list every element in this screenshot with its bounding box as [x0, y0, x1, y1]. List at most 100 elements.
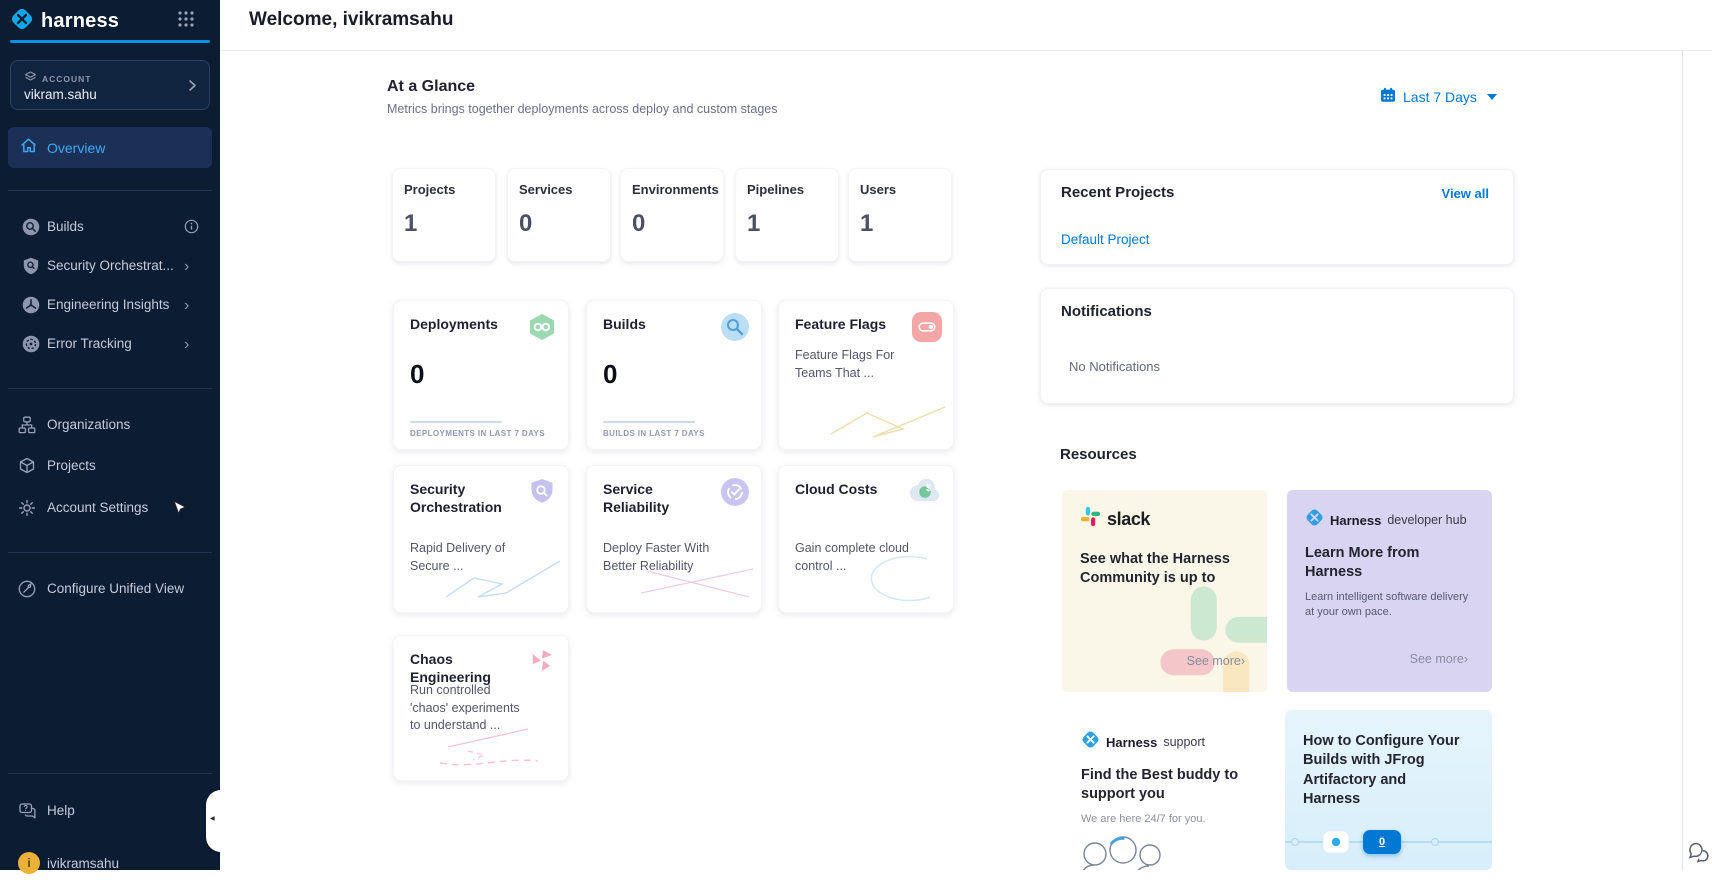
pipeline-node-badge: 0: [1363, 830, 1401, 854]
security-orchestration-card[interactable]: Security Orchestration Rapid Delivery of…: [393, 465, 569, 613]
account-name: vikram.sahu: [24, 87, 97, 102]
card-title: Service Reliability: [603, 481, 718, 517]
sidebar-item-organizations[interactable]: Organizations: [0, 406, 220, 444]
builds-module-icon: [720, 312, 750, 342]
resources-title: Resources: [1060, 446, 1137, 463]
cube-icon: [18, 457, 36, 475]
stat-card-users[interactable]: Users 1: [848, 168, 952, 262]
sidebar-item-label: Error Tracking: [47, 336, 132, 351]
harness-dashboard: harness ACCOUNT vikram.sahu Overview: [0, 0, 1712, 870]
chevron-right-icon: [186, 79, 198, 92]
sidebar-item-error-tracking[interactable]: Error Tracking: [0, 325, 220, 363]
default-project-link[interactable]: Default Project: [1061, 232, 1150, 247]
jfrog-resource-card[interactable]: How to Configure Your Builds with JFrog …: [1285, 710, 1492, 870]
support-brand-rest: support: [1163, 735, 1205, 749]
support-card-title: Find the Best buddy to support you: [1081, 766, 1259, 805]
sidebar-item-user[interactable]: i ivikramsahu: [0, 846, 220, 880]
mouse-cursor: [172, 500, 189, 520]
help-chat-icon: [18, 802, 36, 820]
chaos-engineering-icon: [527, 647, 557, 677]
chaos-engineering-card[interactable]: Chaos Engineering Run controlled 'chaos'…: [393, 635, 569, 781]
info-icon[interactable]: [184, 219, 198, 235]
chat-support-icon[interactable]: [1686, 840, 1712, 866]
shield-icon: [22, 257, 40, 275]
sidebar-item-security-orchestration[interactable]: Security Orchestrat...: [0, 247, 220, 285]
notifications-empty-text: No Notifications: [1069, 359, 1160, 374]
harness-logo-icon: [10, 7, 34, 36]
stat-card-services[interactable]: Services 0: [507, 168, 611, 262]
devhub-card-desc: Learn intelligent software delivery at y…: [1305, 590, 1470, 620]
account-label-row: ACCOUNT: [24, 70, 92, 88]
recent-projects-card: Recent Projects View all Default Project: [1040, 169, 1514, 265]
card-title: Builds: [603, 316, 718, 334]
sidebar-item-help[interactable]: Help: [0, 792, 220, 828]
devhub-card-title: Learn More from Harness: [1305, 544, 1455, 583]
card-caption: BUILDS IN LAST 7 DAYS: [603, 421, 705, 438]
stat-value: 0: [519, 210, 532, 238]
stat-label: Users: [860, 182, 896, 197]
page-header: Welcome, ivikramsahu: [220, 0, 1712, 51]
stat-label: Environments: [632, 182, 719, 197]
account-selector[interactable]: ACCOUNT vikram.sahu: [10, 60, 210, 110]
divider: [8, 552, 212, 553]
sidebar-collapse-handle[interactable]: [206, 790, 221, 852]
date-range-dropdown[interactable]: Last 7 Days: [1380, 87, 1497, 106]
recent-projects-title: Recent Projects: [1061, 184, 1174, 201]
cloud-costs-card[interactable]: Cloud Costs Gain complete cloud control …: [778, 465, 954, 613]
sidebar-item-label: Help: [47, 803, 75, 818]
sidebar-item-engineering-insights[interactable]: Engineering Insights: [0, 286, 220, 324]
view-all-link[interactable]: View all: [1442, 186, 1489, 201]
slack-resource-card[interactable]: slack See what the Harness Community is …: [1062, 490, 1267, 692]
chevron-right-icon: [184, 336, 198, 352]
main-content: At a Glance Metrics brings together depl…: [220, 51, 1712, 870]
chevron-right-icon: [184, 258, 198, 274]
sidebar-item-builds[interactable]: Builds: [0, 208, 220, 246]
sidebar-item-label: Projects: [47, 458, 96, 473]
stat-label: Services: [519, 182, 573, 197]
stat-card-projects[interactable]: Projects 1: [392, 168, 496, 262]
builds-card[interactable]: Builds 0 BUILDS IN LAST 7 DAYS: [586, 300, 762, 450]
devhub-brand-row: Harness developer hub: [1305, 508, 1467, 532]
caret-down-icon: [1487, 94, 1497, 100]
decorative-sparkline: [434, 721, 564, 776]
sidebar-item-overview[interactable]: Overview: [8, 127, 212, 168]
brand-wordmark: harness: [41, 10, 119, 33]
stat-value: 0: [632, 210, 645, 238]
slack-icon: [1080, 506, 1101, 532]
see-more-link[interactable]: See more›: [1187, 654, 1245, 668]
stat-value: 1: [747, 210, 760, 238]
section-subtitle: Metrics brings together deployments acro…: [387, 102, 777, 116]
see-more-link[interactable]: See more›: [1410, 652, 1468, 666]
dollar-icon: [924, 483, 936, 495]
notifications-card: Notifications No Notifications: [1040, 288, 1514, 404]
service-reliability-card[interactable]: Service Reliability Deploy Faster With B…: [586, 465, 762, 613]
card-title: Cloud Costs: [795, 481, 910, 499]
stat-card-pipelines[interactable]: Pipelines 1: [735, 168, 839, 262]
wrench-icon: [18, 580, 36, 598]
pipeline-illustration: 0: [1285, 826, 1492, 858]
sidebar-item-configure-unified-view[interactable]: Configure Unified View: [0, 570, 220, 608]
support-brand-bold: Harness: [1106, 735, 1157, 750]
slack-brand-row: slack: [1080, 506, 1150, 532]
jfrog-card-title: How to Configure Your Builds with JFrog …: [1303, 732, 1461, 809]
builds-icon: [22, 218, 40, 236]
app-grid-icon[interactable]: [176, 9, 196, 29]
content-edge-divider: [1682, 51, 1683, 870]
sidebar-item-projects[interactable]: Projects: [0, 447, 220, 485]
builds-count: 0: [603, 359, 617, 390]
decorative-sparkline: [839, 555, 949, 608]
gear-icon: [18, 499, 36, 517]
feature-flags-icon: [912, 312, 942, 342]
decorative-sparkline: [829, 398, 949, 445]
service-reliability-icon: [720, 477, 750, 507]
stat-card-environments[interactable]: Environments 0: [620, 168, 724, 262]
support-brand-row: Harness support: [1081, 730, 1205, 754]
home-icon: [19, 136, 38, 160]
feature-flags-card[interactable]: Feature Flags Feature Flags For Teams Th…: [778, 300, 954, 450]
support-resource-card[interactable]: Harness support Find the Best buddy to s…: [1063, 710, 1268, 870]
decorative-sparkline: [444, 551, 564, 608]
support-card-desc: We are here 24/7 for you.: [1081, 812, 1251, 827]
brand[interactable]: harness: [10, 3, 119, 39]
deployments-card[interactable]: Deployments 0 DEPLOYMENTS IN LAST 7 DAYS: [393, 300, 569, 450]
developer-hub-resource-card[interactable]: Harness developer hub Learn More from Ha…: [1287, 490, 1492, 692]
